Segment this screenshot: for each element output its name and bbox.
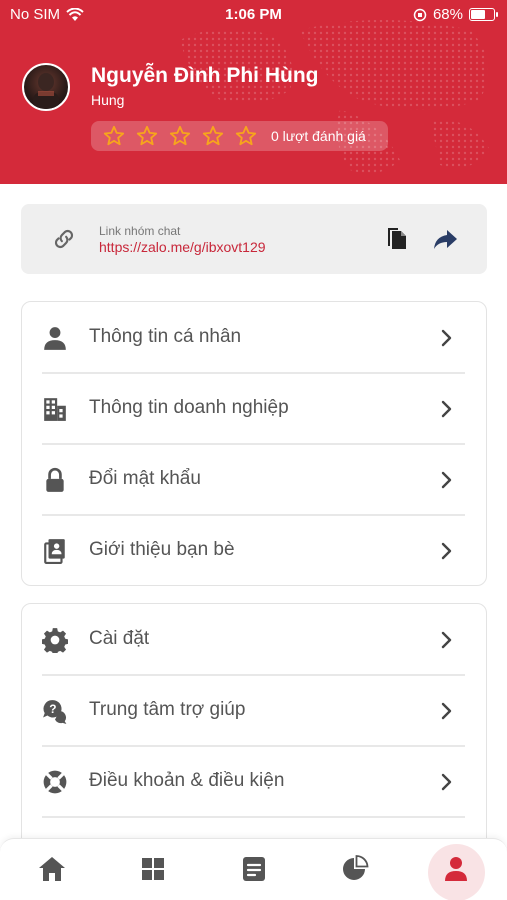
account-menu: Thông tin cá nhân Thông tin doanh nghiệp… [21,301,487,586]
chevron-right-icon [441,400,452,418]
star-icon [103,125,125,146]
menu-item-personal-info[interactable]: Thông tin cá nhân [22,302,485,372]
user-name: Nguyễn Đình Phi Hùng [91,64,319,87]
menu-item-label: Điều khoản & điều kiện [89,770,285,791]
orders-icon[interactable] [238,853,270,885]
chevron-right-icon [441,542,452,560]
rating-badge[interactable]: 0 lượt đánh giá [91,121,388,151]
star-icon [169,125,191,146]
username: Hung [91,92,125,108]
lifebuoy-icon [43,770,67,794]
bottom-nav [0,838,507,900]
battery-percent: 68% [432,6,463,23]
menu-item-label: Trung tâm trợ giúp [89,699,246,720]
battery-icon [469,8,498,21]
menu-item-label: Thông tin cá nhân [89,326,242,347]
star-icon [136,125,158,146]
avatar[interactable] [22,63,70,111]
share-icon[interactable] [431,226,459,252]
referral-document-icon [44,539,65,564]
menu-item-settings[interactable]: Cài đặt [22,604,485,674]
profile-header: No SIM 1:06 PM 68% Nguyễn Đình Phi Hùng … [0,0,507,184]
menu-item-refer-friends[interactable]: Giới thiệu bạn bè [22,515,485,585]
divider [42,816,465,818]
menu-item-terms[interactable]: Điều khoản & điều kiện [22,746,485,816]
svg-text:?: ? [49,702,56,716]
person-icon [44,327,66,350]
lock-icon [46,467,64,492]
copy-icon[interactable] [385,226,409,252]
menu-item-label: Giới thiệu bạn bè [89,539,235,560]
menu-item-business-info[interactable]: Thông tin doanh nghiệp [22,373,485,443]
chevron-right-icon [441,471,452,489]
menu-item-change-password[interactable]: Đổi mật khẩu [22,444,485,514]
home-icon[interactable] [36,853,68,885]
settings-menu: Cài đặt ? Trung tâm trợ giúp Điều khoản … [21,603,487,853]
group-link-url[interactable]: https://zalo.me/g/ibxovt129 [99,239,266,255]
chevron-right-icon [441,773,452,791]
chevron-right-icon [441,631,452,649]
menu-item-label: Cài đặt [89,628,150,649]
help-chat-icon: ? [43,700,67,724]
link-icon [54,229,74,249]
rating-count: 0 lượt đánh giá [271,128,366,144]
grid-icon[interactable] [137,853,169,885]
gear-icon [42,628,68,653]
menu-item-label: Thông tin doanh nghiệp [89,397,289,418]
building-icon [44,398,66,421]
chevron-right-icon [441,702,452,720]
status-bar: No SIM 1:06 PM 68% [0,0,507,30]
link-label: Link nhóm chat [99,224,181,238]
menu-item-help-center[interactable]: ? Trung tâm trợ giúp [22,675,485,745]
star-icon [202,125,224,146]
menu-item-label: Đổi mật khẩu [89,468,201,489]
pie-chart-icon[interactable] [339,853,371,885]
orientation-lock-icon [413,8,427,21]
group-link-card: Link nhóm chat https://zalo.me/g/ibxovt1… [21,204,487,274]
profile-icon[interactable] [440,853,472,885]
chevron-right-icon [441,329,452,347]
star-icon [235,125,257,146]
